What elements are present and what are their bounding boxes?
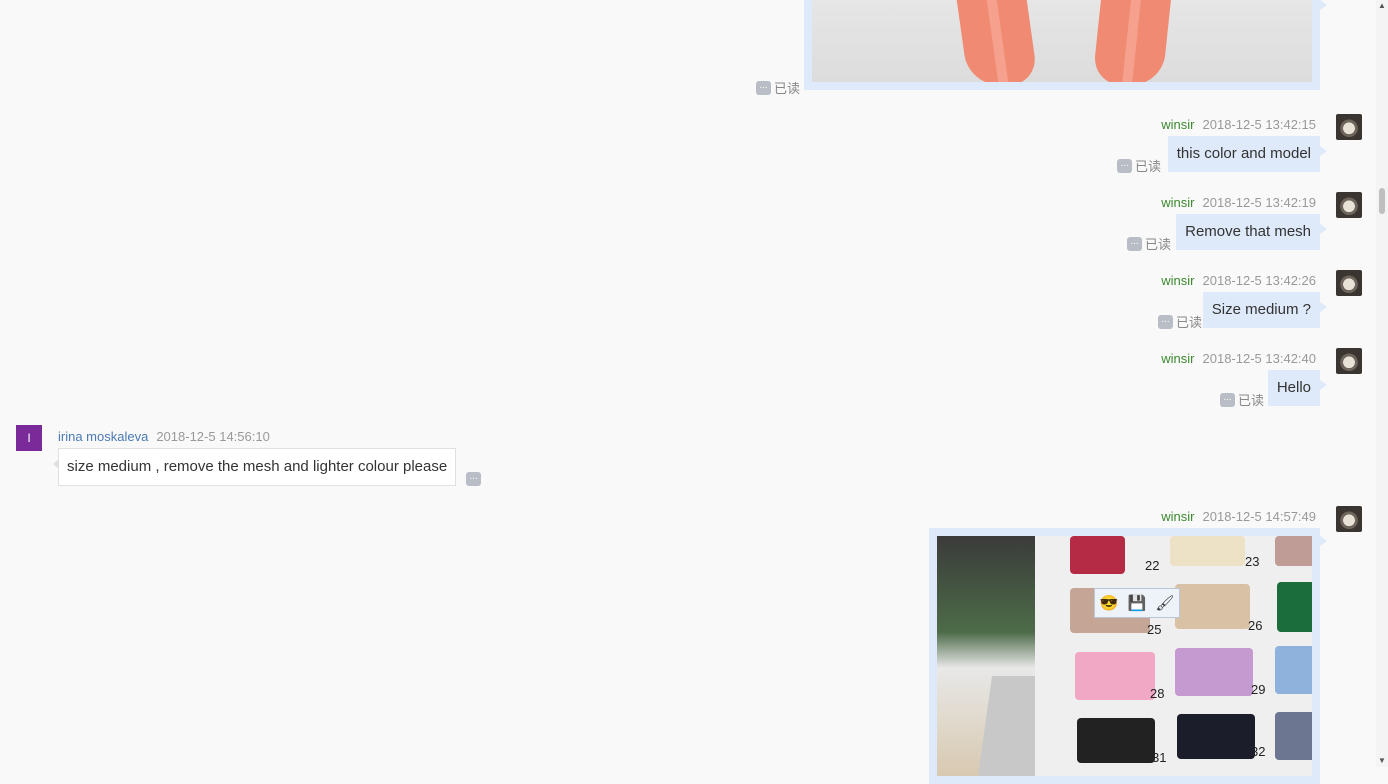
read-label: 已读	[1238, 393, 1265, 408]
message-meta: winsir 2018-12-5 13:42:26	[1161, 273, 1316, 288]
read-status: ... 已读	[1158, 312, 1202, 331]
more-button[interactable]: ...	[1158, 314, 1173, 329]
timestamp: 2018-12-5 13:42:19	[1202, 195, 1316, 210]
swatch-number: 29	[1251, 682, 1266, 697]
sender-name[interactable]: irina moskaleva	[58, 429, 148, 444]
timestamp: 2018-12-5 13:42:15	[1202, 117, 1316, 132]
message-bubble[interactable]: Remove that mesh	[1176, 214, 1327, 250]
avatar[interactable]	[1336, 506, 1362, 532]
more-button[interactable]: ...	[756, 80, 771, 95]
timestamp: 2018-12-5 14:56:10	[156, 429, 270, 444]
save-icon[interactable]: 💾	[1127, 596, 1146, 611]
read-status: ... 已读	[1117, 156, 1161, 175]
avatar[interactable]	[1336, 348, 1362, 374]
message-bubble[interactable]: size medium , remove the mesh and lighte…	[52, 448, 457, 486]
chat-area: ... 已读 winsir 2018-12-5 13:42:15 this col…	[0, 0, 1376, 784]
image-card[interactable]	[804, 0, 1327, 90]
timestamp: 2018-12-5 13:42:26	[1202, 273, 1316, 288]
image-card[interactable]: 22 23 25 26 28 29 31 32 😎 💾 🖌	[929, 528, 1327, 784]
read-status: ... 已读	[756, 78, 800, 97]
timestamp: 2018-12-5 14:57:49	[1202, 509, 1316, 524]
sender-name[interactable]: winsir	[1161, 273, 1194, 288]
swatch-number: 32	[1251, 744, 1266, 759]
leggings-photo[interactable]	[812, 0, 1312, 82]
more-button[interactable]: ...	[1220, 392, 1235, 407]
avatar[interactable]	[1336, 270, 1362, 296]
swatch-photo[interactable]: 22 23 25 26 28 29 31 32 😎 💾 🖌	[937, 536, 1312, 776]
image-toolbar: 😎 💾 🖌	[1094, 588, 1180, 618]
more-button[interactable]: ...	[1127, 236, 1142, 251]
more-button[interactable]: ...	[1117, 158, 1132, 173]
emoji-add-icon[interactable]: 😎	[1100, 596, 1119, 611]
swatch-number: 25	[1147, 622, 1162, 637]
message-bubble[interactable]: this color and model	[1167, 136, 1328, 172]
avatar[interactable]: I	[16, 425, 42, 451]
message-meta: winsir 2018-12-5 13:42:15	[1161, 117, 1316, 132]
brush-icon[interactable]: 🖌	[1155, 596, 1174, 611]
swatch-number: 28	[1150, 686, 1165, 701]
avatar[interactable]	[1336, 192, 1362, 218]
timestamp: 2018-12-5 13:42:40	[1202, 351, 1316, 366]
message-meta: winsir 2018-12-5 13:42:19	[1161, 195, 1316, 210]
read-label: 已读	[1145, 237, 1172, 252]
swatch-number: 23	[1245, 554, 1260, 569]
swatch-number: 22	[1145, 558, 1160, 573]
message-meta: winsir 2018-12-5 14:57:49	[1161, 509, 1316, 524]
read-label: 已读	[774, 81, 801, 96]
message-bubble[interactable]: Size medium ?	[1202, 292, 1328, 328]
more-button[interactable]: ...	[466, 472, 481, 486]
read-label: 已读	[1176, 315, 1203, 330]
read-status: ... 已读	[1127, 234, 1171, 253]
scrollbar[interactable]: ▲ ▼	[1376, 0, 1388, 767]
read-status: ... 已读	[1220, 390, 1264, 409]
read-label: 已读	[1135, 159, 1162, 174]
scroll-down-arrow-icon[interactable]: ▼	[1376, 755, 1388, 767]
sender-name[interactable]: winsir	[1161, 351, 1194, 366]
message-meta: winsir 2018-12-5 13:42:40	[1161, 351, 1316, 366]
sender-name[interactable]: winsir	[1161, 509, 1194, 524]
message-meta: irina moskaleva 2018-12-5 14:56:10	[58, 429, 270, 444]
swatch-number: 31	[1152, 750, 1167, 765]
swatch-number: 26	[1248, 618, 1263, 633]
message-bubble[interactable]: Hello	[1267, 370, 1328, 406]
scroll-up-arrow-icon[interactable]: ▲	[1376, 0, 1388, 12]
sender-name[interactable]: winsir	[1161, 117, 1194, 132]
avatar[interactable]	[1336, 114, 1362, 140]
sender-name[interactable]: winsir	[1161, 195, 1194, 210]
scroll-thumb[interactable]	[1379, 188, 1385, 214]
